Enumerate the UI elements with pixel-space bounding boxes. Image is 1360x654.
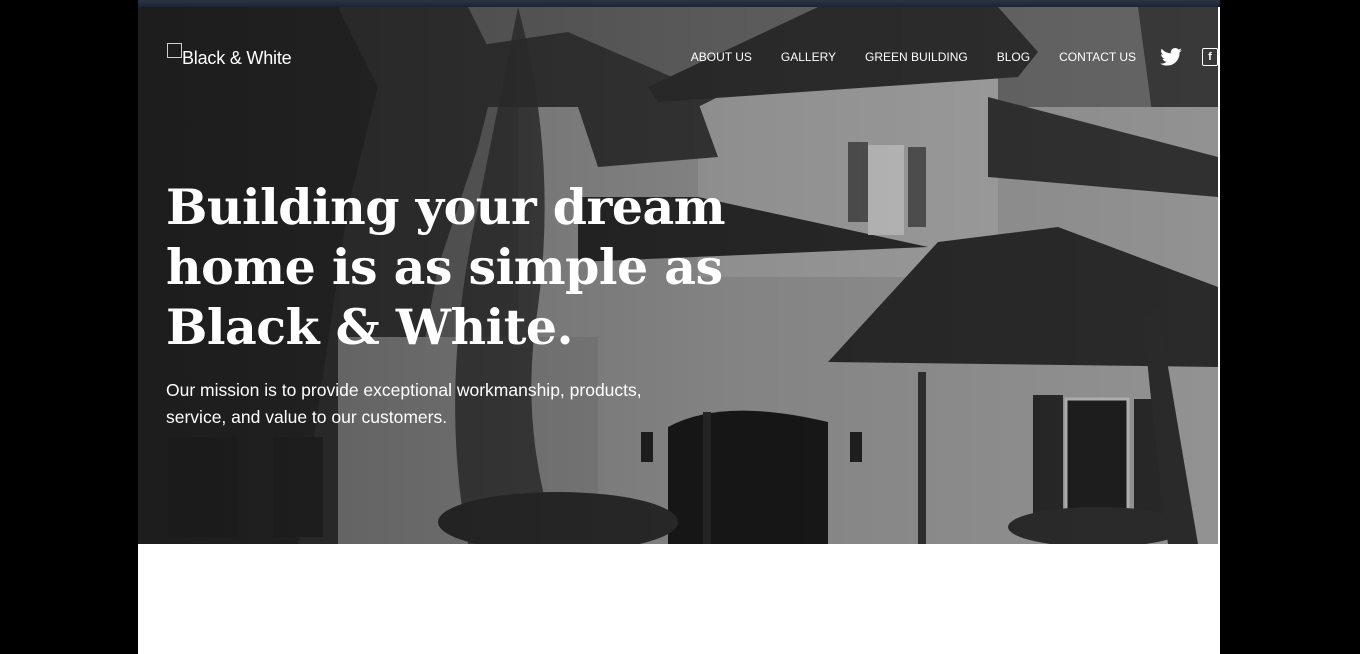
brand-name: Black & White (182, 48, 292, 68)
nav-item-contact-us[interactable]: CONTACT US (1059, 50, 1136, 64)
brand-logo[interactable]: Black & White (167, 43, 292, 69)
social-links: f (1160, 48, 1218, 66)
hero-section: Black & White ABOUT US GALLERY GREEN BUI… (138, 7, 1218, 544)
mission-statement: Our mission is to provide exceptional wo… (166, 380, 642, 427)
logo-image-icon (167, 43, 182, 58)
top-strip (138, 0, 1220, 7)
nav-item-about-us[interactable]: ABOUT US (691, 50, 752, 64)
facebook-icon[interactable]: f (1202, 48, 1218, 66)
hero-headline: Building your dream home is as simple as… (166, 178, 726, 356)
main-nav: ABOUT US GALLERY GREEN BUILDING BLOG CON… (691, 47, 1218, 67)
website-frame: Black & White ABOUT US GALLERY GREEN BUI… (138, 0, 1220, 654)
nav-item-blog[interactable]: BLOG (997, 50, 1030, 64)
twitter-icon[interactable] (1160, 48, 1182, 66)
nav-item-green-building[interactable]: GREEN BUILDING (865, 50, 968, 64)
nav-item-gallery[interactable]: GALLERY (781, 50, 836, 64)
